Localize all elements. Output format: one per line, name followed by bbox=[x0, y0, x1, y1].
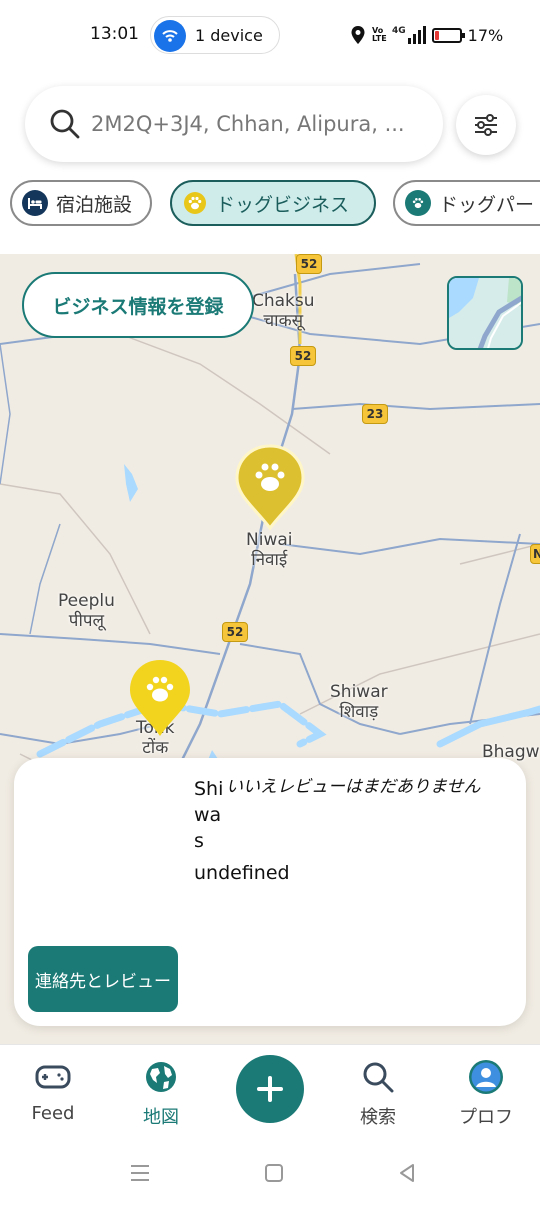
contact-reviews-button[interactable]: 連絡先とレビュー bbox=[28, 946, 178, 1012]
profile-icon bbox=[441, 1057, 531, 1097]
paw-icon bbox=[235, 444, 305, 531]
paw-icon bbox=[130, 660, 190, 736]
status-icons: Vo LTE 4G 17% bbox=[350, 24, 503, 46]
battery-fill bbox=[434, 30, 439, 40]
business-pin[interactable] bbox=[233, 442, 307, 536]
contact-reviews-label: 連絡先とレビュー bbox=[35, 971, 171, 992]
category-chips: 宿泊施設 ドッグビジネス ドッグパー bbox=[0, 176, 540, 232]
chip-lodging[interactable]: 宿泊施設 bbox=[10, 180, 152, 226]
route-shield: 23 bbox=[362, 404, 388, 424]
business-pin[interactable] bbox=[128, 658, 192, 742]
search-input[interactable]: 2M2Q+3J4, Chhan, Alipura, ... bbox=[91, 112, 435, 136]
add-button[interactable] bbox=[236, 1055, 304, 1123]
search-bar[interactable]: 2M2Q+3J4, Chhan, Alipura, ... bbox=[25, 86, 443, 162]
route-shield: 52 bbox=[290, 346, 316, 366]
battery-percent: 17% bbox=[467, 25, 504, 45]
register-business-button[interactable]: ビジネス情報を登録 bbox=[22, 272, 254, 338]
nav-profile[interactable]: プロフ bbox=[441, 1057, 531, 1137]
chip-label: ドッグビジネス bbox=[216, 193, 350, 216]
nav-search[interactable]: 検索 bbox=[333, 1057, 423, 1137]
signal-4g-label: 4G bbox=[392, 26, 406, 36]
map-layer-icon bbox=[449, 278, 521, 348]
bottom-nav: Feed 地図 検索 プロフ bbox=[0, 1044, 540, 1140]
battery-icon bbox=[431, 27, 465, 43]
chip-dog-park[interactable]: ドッグパー bbox=[393, 180, 540, 226]
bed-icon bbox=[22, 190, 48, 216]
business-detail: undefined bbox=[194, 862, 290, 884]
chip-dog-business[interactable]: ドッグビジネス bbox=[170, 180, 376, 226]
nav-label: Feed bbox=[31, 1103, 75, 1124]
place-label: Chaksu चाकसू bbox=[252, 291, 315, 331]
gamepad-icon bbox=[8, 1057, 98, 1097]
map-layer-button[interactable] bbox=[447, 276, 523, 350]
chip-label: ドッグパー bbox=[439, 193, 535, 216]
chip-label: 宿泊施設 bbox=[56, 193, 133, 216]
nav-map[interactable]: 地図 bbox=[116, 1057, 206, 1137]
plus-icon bbox=[257, 1076, 283, 1102]
status-bar: 13:01 1 device Vo LTE 4G 17% bbox=[0, 0, 540, 70]
route-shield: 52 bbox=[222, 622, 248, 642]
business-name: Shiwas bbox=[194, 778, 224, 852]
sliders-icon bbox=[475, 114, 497, 136]
nav-label: プロフ bbox=[459, 1107, 513, 1128]
globe-icon bbox=[116, 1057, 206, 1097]
business-info-card[interactable]: Shiwas いいえレビューはまだありません undefined 連絡先とレビュ… bbox=[14, 758, 526, 1026]
location-icon bbox=[351, 26, 365, 44]
search-icon bbox=[47, 106, 83, 142]
back-icon[interactable] bbox=[396, 1162, 418, 1184]
volte-indicator: Vo LTE bbox=[372, 26, 387, 43]
paw-icon bbox=[405, 190, 431, 216]
nav-label: 地図 bbox=[143, 1107, 179, 1128]
register-business-label: ビジネス情報を登録 bbox=[52, 295, 224, 318]
paw-icon bbox=[182, 190, 208, 216]
hotspot-label: 1 device bbox=[195, 26, 263, 45]
menu-icon[interactable] bbox=[129, 1162, 151, 1184]
place-label: Shiwar शिवाड़ bbox=[330, 682, 388, 722]
review-status: いいえレビューはまだありません bbox=[226, 777, 481, 797]
signal-icon: 4G bbox=[392, 26, 426, 44]
filter-button[interactable] bbox=[456, 95, 516, 155]
route-shield: N bbox=[530, 544, 540, 564]
route-shield: 52 bbox=[296, 254, 322, 274]
nav-label: 検索 bbox=[360, 1107, 396, 1128]
wifi-hotspot-icon bbox=[154, 20, 186, 52]
place-label: Peeplu पीपलू bbox=[58, 591, 115, 631]
search-icon bbox=[333, 1057, 423, 1097]
status-time: 13:01 bbox=[90, 24, 139, 44]
hotspot-pill[interactable]: 1 device bbox=[150, 16, 280, 54]
nav-feed[interactable]: Feed bbox=[8, 1057, 98, 1137]
place-label: Niwai निवाई bbox=[246, 530, 293, 570]
system-nav-bar bbox=[0, 1140, 540, 1206]
home-icon[interactable] bbox=[263, 1162, 285, 1184]
